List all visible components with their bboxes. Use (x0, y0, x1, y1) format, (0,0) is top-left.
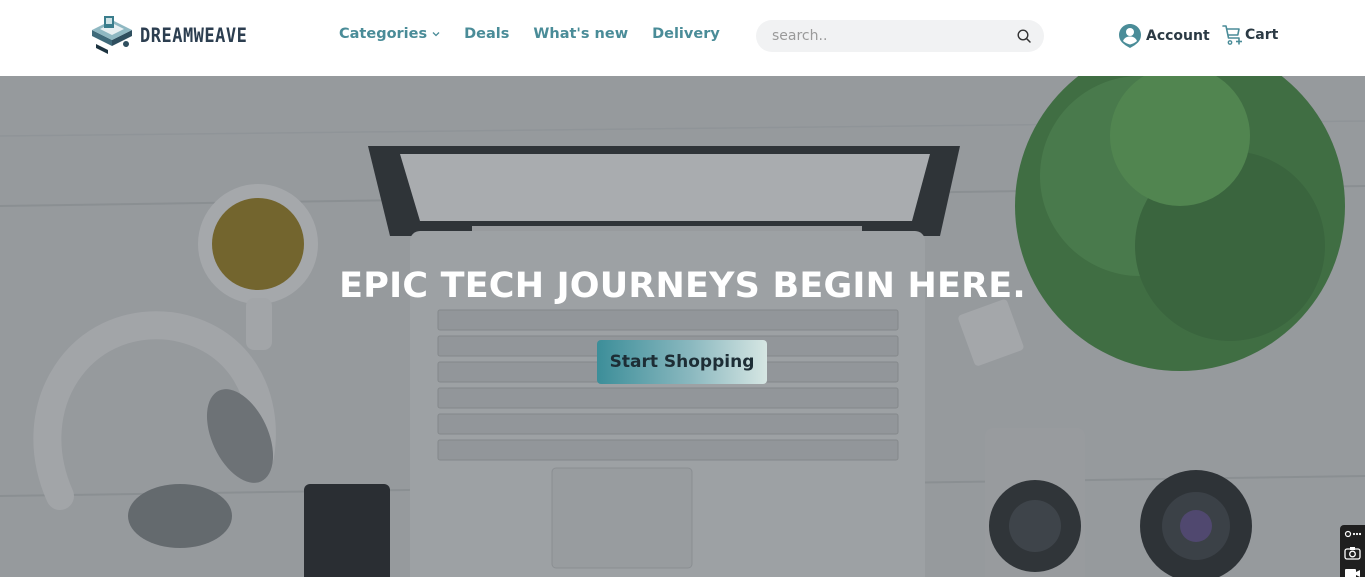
account-label: Account (1146, 28, 1210, 44)
brand-logo[interactable]: DREAMWEAVE (90, 14, 247, 58)
nav-item-whats-new[interactable]: What's new (533, 26, 628, 42)
floating-tool-widget[interactable] (1340, 525, 1365, 577)
cart-label: Cart (1245, 27, 1279, 43)
start-shopping-button[interactable]: Start Shopping (597, 340, 767, 384)
nav-item-label: What's new (533, 26, 629, 42)
main-nav: Categories Deals What's new Delivery (339, 26, 720, 42)
site-header: DREAMWEAVE Categories Deals What's new D… (0, 0, 1365, 76)
cart-add-icon (1222, 25, 1242, 45)
cart-button[interactable]: Cart (1222, 24, 1278, 46)
brand-name: DREAMWEAVE (140, 24, 248, 48)
nav-item-categories[interactable]: Categories (339, 26, 440, 42)
hero-banner: EPIC TECH JOURNEYS BEGIN HERE. Start Sho… (0, 76, 1365, 577)
search-bar (756, 20, 1044, 52)
nav-item-label: Categories (339, 26, 428, 42)
search-input[interactable] (772, 28, 1016, 44)
link-more-icon[interactable] (1344, 528, 1361, 542)
nav-item-label: Delivery (652, 26, 720, 42)
search-icon[interactable] (1016, 28, 1032, 44)
isometric-computer-logo-icon (92, 16, 132, 54)
nav-item-delivery[interactable]: Delivery (652, 26, 720, 42)
hero-background-image (0, 76, 1365, 577)
nav-item-label: Deals (464, 26, 510, 42)
account-button[interactable]: Account (1118, 23, 1210, 49)
nav-item-deals[interactable]: Deals (464, 26, 509, 42)
camera-icon[interactable] (1344, 546, 1361, 560)
user-icon (1119, 24, 1141, 48)
video-icon[interactable] (1344, 565, 1361, 577)
chevron-down-icon (432, 32, 440, 37)
hero-title: EPIC TECH JOURNEYS BEGIN HERE. (339, 266, 1026, 306)
